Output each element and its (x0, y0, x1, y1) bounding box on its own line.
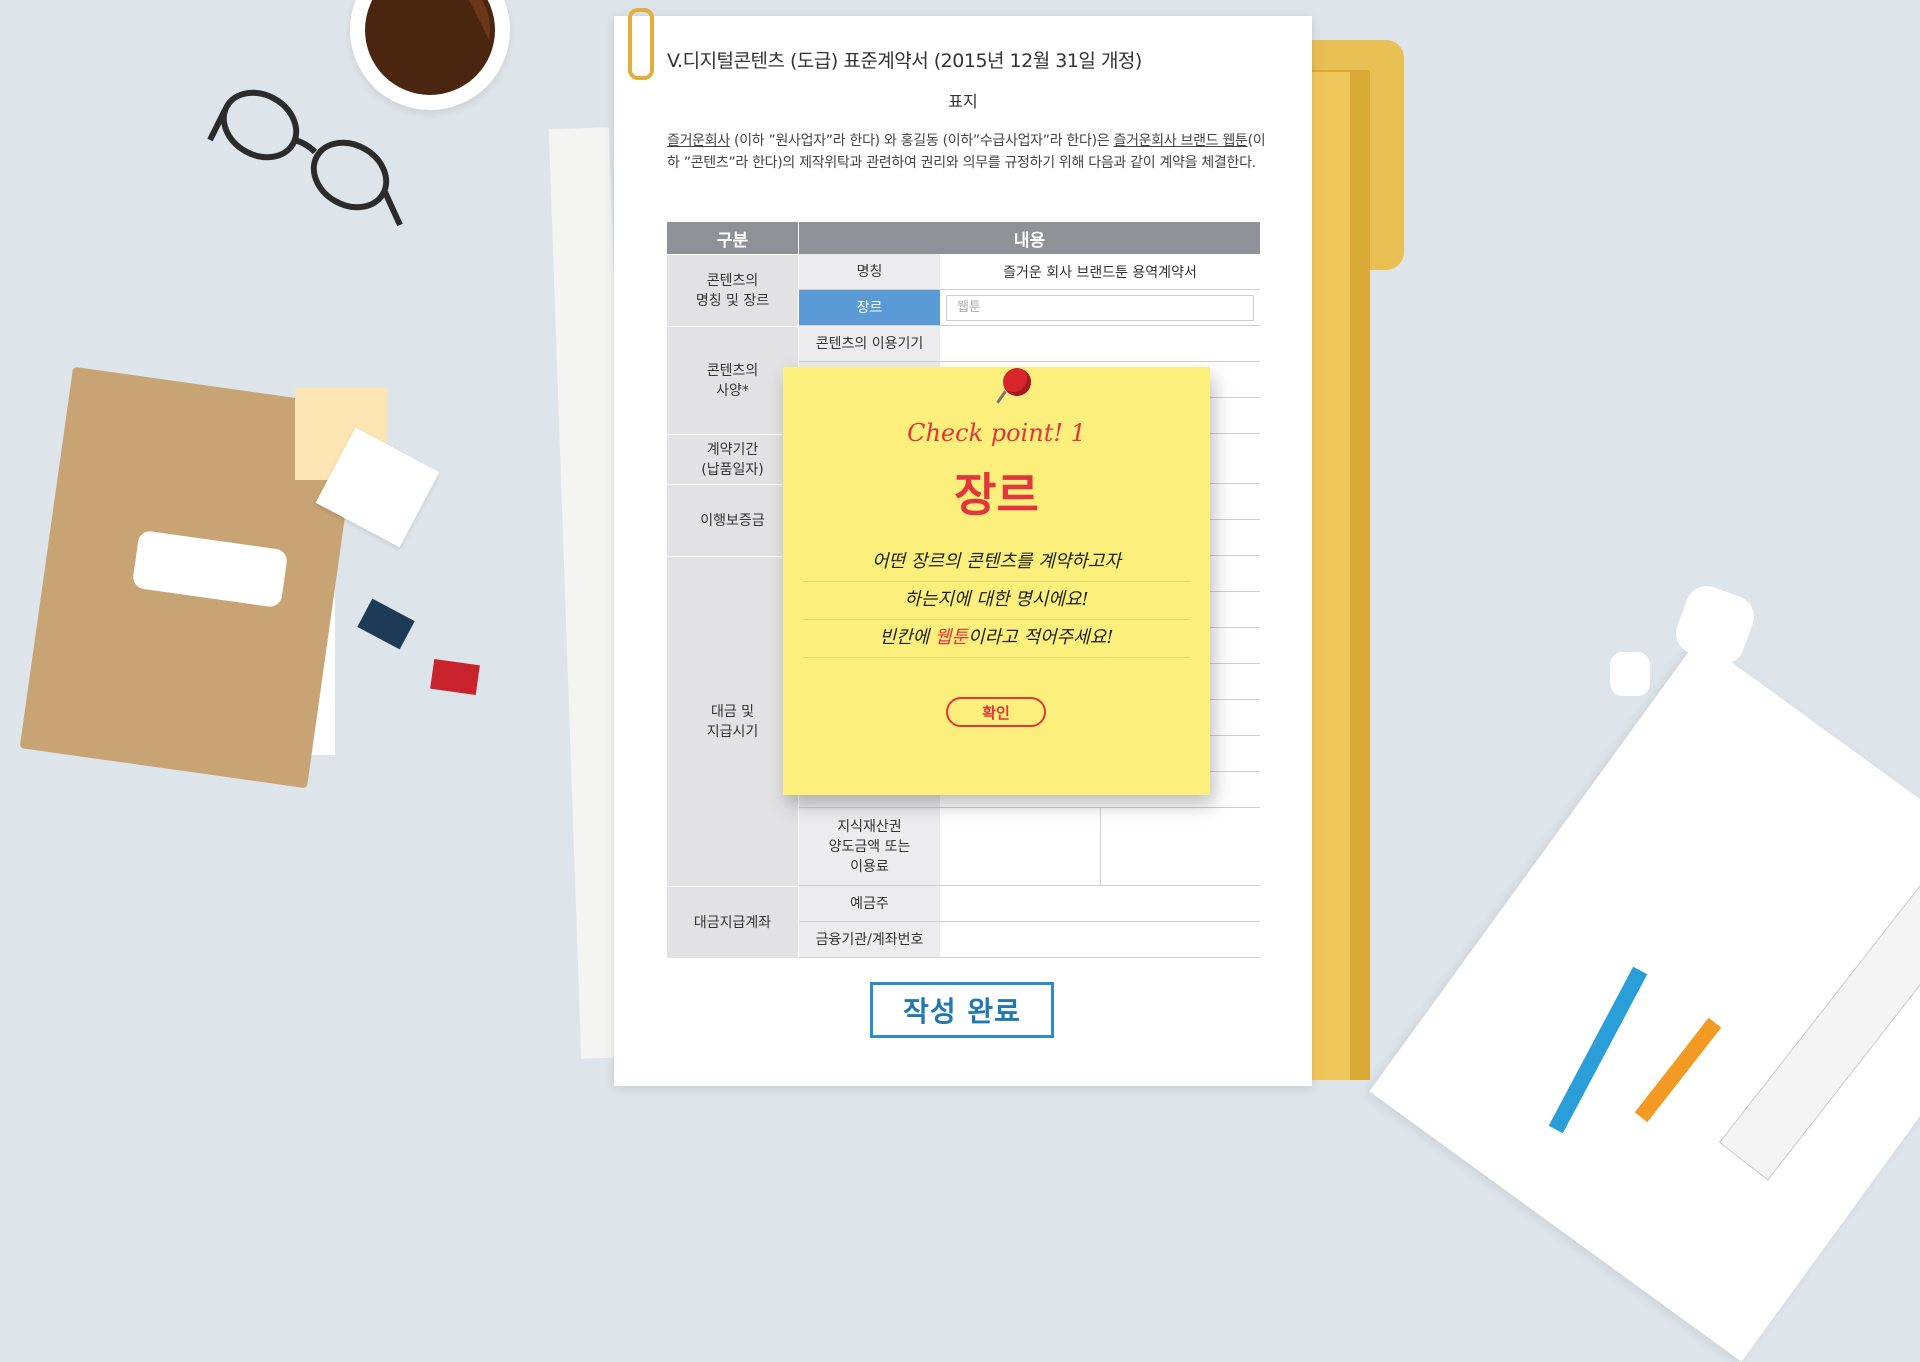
popup-line: 하는지에 대한 명시에요! (803, 581, 1190, 620)
popup-highlight: 웹툰 (934, 627, 969, 648)
header-category: 구분 (667, 222, 798, 254)
checkpoint-popup: Check point! 1 장르 어떤 장르의 콘텐츠를 계약하고자 하는지에… (783, 367, 1210, 795)
folder-inner (1310, 72, 1350, 1080)
intro-text: (이하 ”원사업자”라 한다) 와 홍길동 (이하”수급사업자”라 한다)은 (729, 133, 1114, 149)
genre-cell (940, 290, 1260, 326)
popup-title: 장르 (954, 468, 1039, 522)
ip-fee-value[interactable] (940, 808, 1100, 886)
group-period: 계약기간 (납품일자) (667, 434, 798, 484)
device-value[interactable] (940, 326, 1260, 362)
genre-label: 장르 (799, 290, 940, 326)
popup-line: 빈칸에 웹툰이라고 적어주세요! (803, 619, 1190, 658)
group-payment: 대금 및 지급시기 (667, 556, 798, 886)
document-subtitle: 표지 (948, 92, 978, 111)
brand-name: 즐거운회사 브랜드 웹툰 (1113, 133, 1248, 149)
holder-value[interactable] (940, 886, 1260, 922)
group-name-genre: 콘텐츠의 명칭 및 장르 (667, 254, 798, 326)
name-value: 즐거운 회사 브랜드툰 용역계약서 (940, 254, 1260, 290)
header-content: 내용 (799, 222, 1260, 254)
crumpled-paper (1610, 652, 1650, 696)
glasses-icon (207, 89, 403, 227)
group-spec: 콘텐츠의 사양* (667, 326, 798, 434)
contract-intro: 즐거운회사 (이하 ”원사업자”라 한다) 와 홍길동 (이하”수급사업자”라 … (667, 130, 1267, 174)
document-title: V.디지털콘텐츠 (도급) 표준계약서 (2015년 12월 31일 개정) (667, 50, 1142, 72)
genre-input[interactable] (946, 294, 1254, 321)
binder-clip-icon (430, 658, 480, 696)
popup-heading: Check point! 1 (907, 419, 1086, 447)
pushpin-icon (1003, 368, 1031, 396)
confirm-button[interactable]: 확인 (946, 697, 1046, 727)
crumpled-paper (1670, 580, 1760, 670)
popup-line-text: 이라고 적어주세요! (968, 627, 1114, 648)
popup-line-text: 빈칸에 (879, 627, 935, 648)
ip-fee-value[interactable] (1100, 808, 1260, 886)
bank-value[interactable] (940, 922, 1260, 958)
company-name: 즐거운회사 (667, 133, 730, 149)
device-label: 콘텐츠의 이용기기 (799, 326, 940, 362)
holder-label: 예금주 (799, 886, 940, 922)
paperclip-icon (628, 8, 654, 80)
submit-button[interactable]: 작성 완료 (870, 982, 1054, 1038)
ip-fee-label: 지식재산권 양도금액 또는 이용료 (799, 808, 940, 886)
group-account: 대금지급계좌 (667, 886, 798, 958)
bank-label: 금융기관/계좌번호 (799, 922, 940, 958)
group-guarantee: 이행보증금 (667, 484, 798, 556)
name-label: 명칭 (799, 254, 940, 290)
binder-clip-icon (357, 598, 415, 650)
popup-line: 어떤 장르의 콘텐츠를 계약하고자 (803, 543, 1190, 582)
